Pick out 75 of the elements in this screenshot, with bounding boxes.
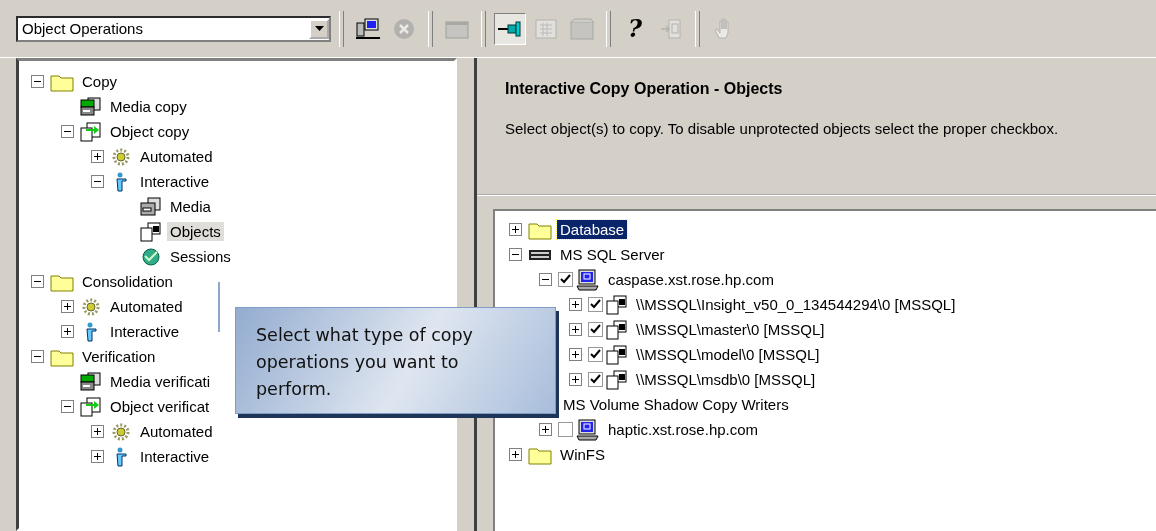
collapse-toggle[interactable] bbox=[91, 175, 104, 188]
documents-icon bbox=[140, 221, 162, 242]
tree-item[interactable]: Automated bbox=[107, 297, 186, 316]
document-arrow-icon bbox=[80, 121, 102, 142]
documents-icon bbox=[606, 344, 628, 365]
tree-item[interactable]: Object verificat bbox=[107, 397, 213, 416]
tree-item[interactable]: \\MSSQL\master\0 [MSSQL] bbox=[633, 320, 828, 339]
tree-item[interactable]: \\MSSQL\msdb\0 [MSSQL] bbox=[633, 370, 819, 389]
expand-toggle[interactable] bbox=[569, 373, 582, 386]
leader-line bbox=[218, 282, 220, 332]
checkbox[interactable] bbox=[588, 297, 603, 312]
help-button[interactable]: ? bbox=[619, 12, 651, 45]
expand-toggle[interactable] bbox=[61, 325, 74, 338]
collapse-toggle[interactable] bbox=[539, 273, 552, 286]
tree-item[interactable]: Consolidation bbox=[79, 272, 176, 291]
tree-item[interactable]: Verification bbox=[79, 347, 159, 366]
checkbox[interactable] bbox=[558, 272, 573, 287]
pin-icon[interactable] bbox=[494, 12, 526, 45]
tape-drive-icon bbox=[140, 196, 162, 217]
document-arrow-icon bbox=[80, 396, 102, 417]
tree-item[interactable]: Media verificati bbox=[107, 372, 214, 391]
checkbox[interactable] bbox=[588, 347, 603, 362]
tree-item[interactable]: Sessions bbox=[167, 247, 234, 266]
tree-item[interactable]: WinFS bbox=[557, 445, 608, 464]
checkbox[interactable] bbox=[588, 372, 603, 387]
tree-item[interactable]: \\MSSQL\model\0 [MSSQL] bbox=[633, 345, 823, 364]
gear-icon bbox=[110, 421, 132, 442]
tree-item[interactable]: Media bbox=[167, 197, 214, 216]
computer-icon bbox=[576, 268, 600, 291]
tree-item[interactable]: Copy bbox=[79, 72, 121, 91]
collapse-toggle[interactable] bbox=[31, 75, 44, 88]
tree-item[interactable]: haptic.xst.rose.hp.com bbox=[605, 420, 762, 439]
gear-icon bbox=[110, 146, 132, 167]
tree-item[interactable]: Automated bbox=[137, 147, 216, 166]
checkbox[interactable] bbox=[588, 322, 603, 337]
expand-toggle[interactable] bbox=[569, 348, 582, 361]
tree-item[interactable]: MS SQL Server bbox=[557, 245, 668, 264]
expand-toggle[interactable] bbox=[61, 300, 74, 313]
tree-item[interactable]: caspase.xst.rose.hp.com bbox=[605, 270, 777, 289]
tree-item[interactable]: Objects bbox=[167, 222, 224, 241]
tree-item[interactable]: Interactive bbox=[137, 447, 213, 466]
operations-dropdown[interactable]: Object Operations bbox=[16, 15, 331, 42]
computer-icon bbox=[576, 418, 600, 441]
checkbox[interactable] bbox=[558, 422, 573, 437]
expand-toggle[interactable] bbox=[91, 150, 104, 163]
tree-item[interactable]: Automated bbox=[137, 422, 216, 441]
tape-drive-icon bbox=[80, 371, 102, 392]
tree-item[interactable]: Media copy bbox=[107, 97, 190, 116]
expand-toggle[interactable] bbox=[509, 448, 522, 461]
tree-item[interactable]: \\MSSQL\Insight_v50_0_134544294\0 [MSSQL] bbox=[633, 295, 959, 314]
collapse-toggle[interactable] bbox=[31, 350, 44, 363]
expand-toggle[interactable] bbox=[569, 298, 582, 311]
globe-icon bbox=[140, 246, 162, 267]
tree-item[interactable]: Database bbox=[557, 220, 628, 239]
tree-item[interactable]: MS Volume Shadow Copy Writers bbox=[560, 395, 792, 414]
gear-icon bbox=[80, 296, 102, 317]
tree-item[interactable]: Interactive bbox=[107, 322, 183, 341]
tape-drive-icon bbox=[80, 96, 102, 117]
collapse-toggle[interactable] bbox=[509, 248, 522, 261]
expand-toggle[interactable] bbox=[509, 223, 522, 236]
tree-item[interactable]: Object copy bbox=[107, 122, 193, 141]
documents-icon bbox=[606, 369, 628, 390]
database-server-icon bbox=[528, 247, 552, 262]
collapse-toggle[interactable] bbox=[61, 400, 74, 413]
expand-toggle[interactable] bbox=[539, 423, 552, 436]
documents-icon bbox=[606, 294, 628, 315]
expand-toggle[interactable] bbox=[91, 450, 104, 463]
panel-title: Interactive Copy Operation - Objects bbox=[505, 80, 784, 98]
collapse-toggle[interactable] bbox=[31, 275, 44, 288]
panel-description: Select object(s) to copy. To disable unprotected objects select the proper checkbox. bbox=[505, 120, 1060, 137]
expand-toggle[interactable] bbox=[91, 425, 104, 438]
tree-item[interactable]: Interactive bbox=[137, 172, 213, 191]
expand-toggle[interactable] bbox=[569, 323, 582, 336]
collapse-toggle[interactable] bbox=[61, 125, 74, 138]
documents-icon bbox=[606, 319, 628, 340]
